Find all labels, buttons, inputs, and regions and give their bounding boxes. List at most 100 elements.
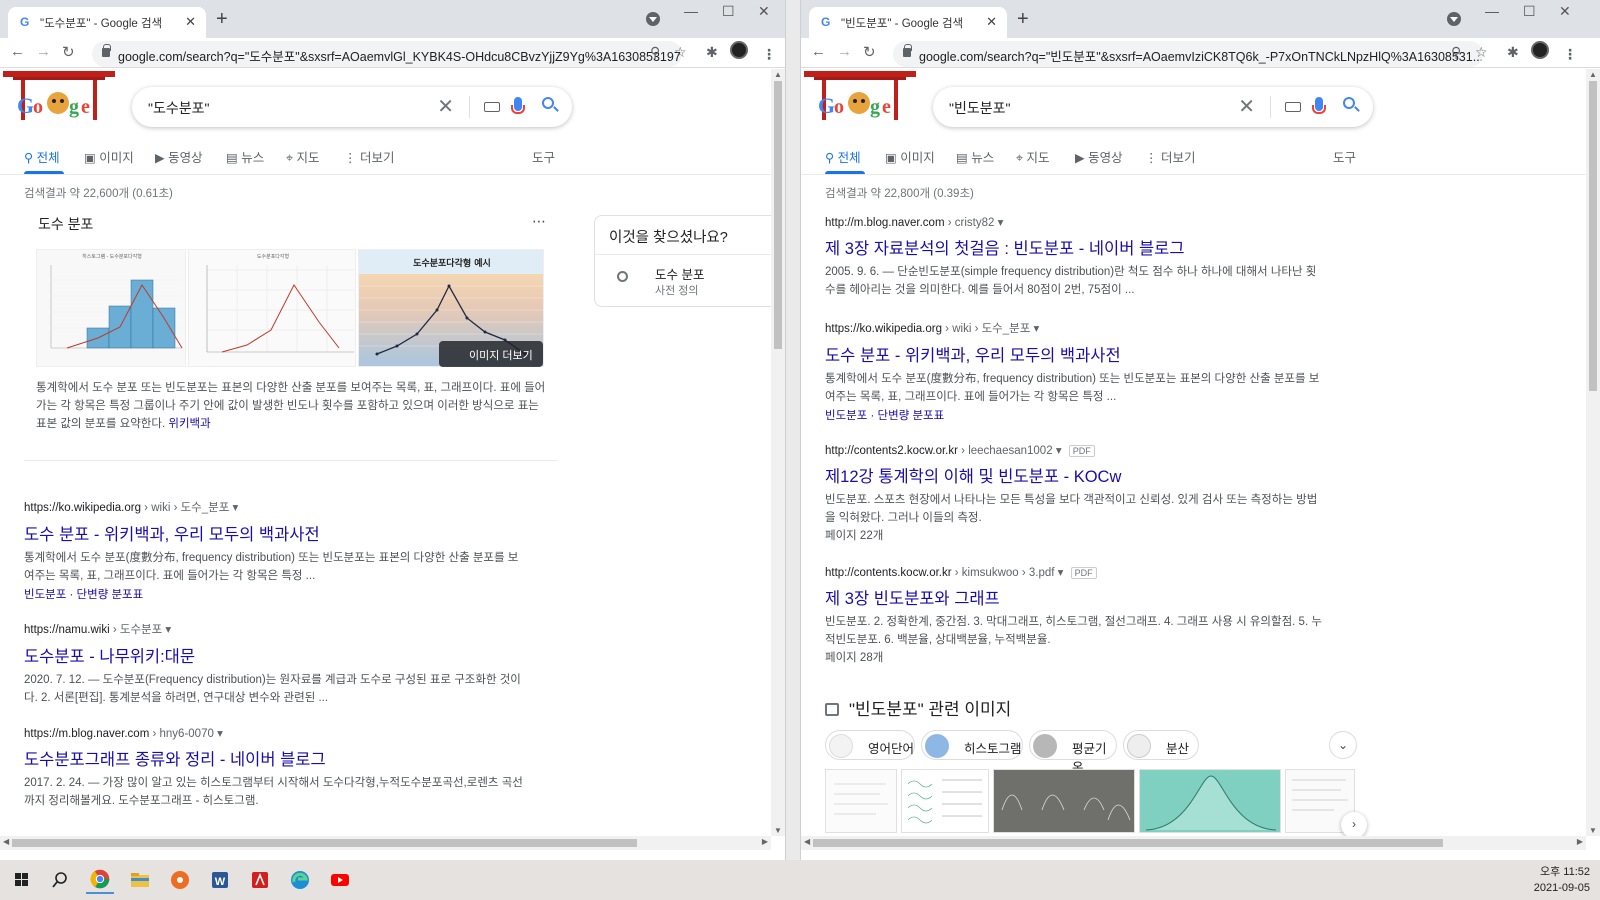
- edge-icon[interactable]: [286, 866, 314, 894]
- cite-dropdown-icon[interactable]: ▾: [998, 217, 1004, 229]
- maximize-icon[interactable]: ☐: [1523, 3, 1536, 20]
- related-image[interactable]: [901, 769, 989, 833]
- more-options-icon[interactable]: ⋯: [532, 213, 546, 230]
- cite-dropdown-icon[interactable]: ▾: [1034, 323, 1040, 335]
- tab-images[interactable]: ▣ 이미지: [885, 147, 935, 166]
- kp-image-polygon[interactable]: 도수분포다각형: [188, 249, 356, 367]
- clear-icon[interactable]: ✕: [1238, 94, 1255, 119]
- scroll-left-icon[interactable]: ◀: [804, 837, 810, 846]
- cite-dropdown-icon[interactable]: ▾: [217, 728, 223, 740]
- tab-images[interactable]: ▣ 이미지: [84, 147, 134, 166]
- scroll-thumb[interactable]: [813, 839, 1443, 847]
- file-explorer-icon[interactable]: [126, 866, 154, 894]
- related-image[interactable]: [993, 769, 1135, 833]
- youtube-icon[interactable]: [326, 866, 354, 894]
- browser-menu-icon[interactable]: ⋮: [762, 46, 776, 63]
- image-chip[interactable]: 영어단어: [825, 730, 915, 760]
- minimize-icon[interactable]: —: [684, 3, 698, 19]
- result-cite[interactable]: https://m.blog.naver.com › hny6-0070 ▾: [24, 726, 524, 740]
- result-cite[interactable]: https://ko.wikipedia.org › wiki › 도수_분포 …: [825, 320, 1325, 336]
- kp-image-histogram[interactable]: 히스토그램 - 도수분포다각형: [36, 249, 186, 367]
- tab-more[interactable]: ⋮ 더보기: [1145, 147, 1196, 166]
- windows-start-icon[interactable]: [8, 866, 36, 894]
- forward-icon[interactable]: →: [837, 43, 852, 60]
- result-cite[interactable]: http://contents2.kocw.or.kr › leechaesan…: [825, 443, 1325, 457]
- tab-all[interactable]: ⚲ 전체: [24, 147, 60, 166]
- scroll-thumb[interactable]: [1589, 81, 1597, 391]
- scroll-down-icon[interactable]: ▼: [774, 826, 782, 835]
- browser-menu-icon[interactable]: ⋮: [1563, 46, 1577, 63]
- result-title[interactable]: 제12강 통계학의 이해 및 빈도분포 - KOCw: [825, 463, 1325, 487]
- scroll-right-icon[interactable]: ▶: [1577, 837, 1583, 846]
- related-image[interactable]: [825, 769, 897, 833]
- tab-all[interactable]: ⚲ 전체: [825, 147, 861, 166]
- clear-icon[interactable]: ✕: [437, 94, 454, 119]
- related-image[interactable]: [1139, 769, 1281, 833]
- result-cite[interactable]: https://ko.wikipedia.org › wiki › 도수_분포 …: [24, 499, 524, 515]
- close-window-icon[interactable]: ✕: [758, 3, 770, 20]
- maximize-icon[interactable]: ☐: [722, 3, 735, 20]
- search-query[interactable]: "빈도분포": [949, 98, 1010, 118]
- location-icon[interactable]: ⚲: [1451, 44, 1461, 61]
- suggestion-term[interactable]: 도수 분포: [655, 264, 704, 283]
- tab-news[interactable]: ▤ 뉴스: [226, 147, 264, 166]
- keyboard-icon[interactable]: [484, 102, 500, 112]
- browser-tab[interactable]: G "도수분포" - Google 검색 ✕: [8, 7, 206, 38]
- reload-icon[interactable]: ↻: [62, 43, 75, 61]
- vertical-scrollbar[interactable]: ▲ ▼: [1586, 69, 1600, 836]
- back-icon[interactable]: ←: [10, 43, 25, 60]
- tab-search-icon[interactable]: [1447, 12, 1461, 26]
- result-sitelinks[interactable]: 빈도분포 · 단변량 분포표: [825, 407, 1325, 423]
- system-clock[interactable]: 오후 11:52 2021-09-05: [1534, 864, 1590, 896]
- bookmark-star-icon[interactable]: ☆: [1475, 44, 1488, 61]
- mic-icon[interactable]: [1312, 97, 1326, 114]
- extensions-icon[interactable]: ✱: [1507, 44, 1519, 61]
- result-cite[interactable]: http://contents.kocw.or.kr › kimsukwoo ›…: [825, 565, 1325, 579]
- more-images-button[interactable]: 이미지 더보기: [439, 341, 543, 367]
- close-tab-icon[interactable]: ✕: [185, 14, 196, 30]
- acrobat-icon[interactable]: [246, 866, 274, 894]
- search-icon[interactable]: [46, 866, 74, 894]
- bookmark-star-icon[interactable]: ☆: [674, 44, 687, 61]
- tab-maps[interactable]: ⌖ 지도: [1016, 147, 1050, 166]
- tab-maps[interactable]: ⌖ 지도: [286, 147, 320, 166]
- search-query[interactable]: "도수분포": [148, 98, 209, 118]
- word-icon[interactable]: W: [206, 866, 234, 894]
- image-chip[interactable]: 히스토그램: [921, 730, 1023, 760]
- cite-dropdown-icon[interactable]: ▾: [165, 624, 171, 636]
- horizontal-scrollbar[interactable]: ◀ ▶: [801, 836, 1586, 850]
- search-icon[interactable]: [1343, 97, 1355, 109]
- media-app-icon[interactable]: [166, 866, 194, 894]
- chrome-icon[interactable]: [86, 866, 114, 894]
- cite-dropdown-icon[interactable]: ▾: [233, 502, 239, 514]
- scroll-up-icon[interactable]: ▲: [1589, 70, 1597, 79]
- extensions-icon[interactable]: ✱: [706, 44, 718, 61]
- result-title[interactable]: 도수 분포 - 위키백과, 우리 모두의 백과사전: [24, 521, 524, 545]
- result-cite[interactable]: https://namu.wiki › 도수분포 ▾: [24, 621, 524, 637]
- scroll-thumb[interactable]: [12, 839, 637, 847]
- search-box[interactable]: "도수분포" ✕: [132, 87, 572, 127]
- result-sitelinks[interactable]: 빈도분포 · 단변량 분포표: [24, 586, 524, 602]
- scroll-left-icon[interactable]: ◀: [3, 837, 9, 846]
- search-icon[interactable]: [542, 97, 554, 109]
- cite-dropdown-icon[interactable]: ▾: [1058, 567, 1064, 579]
- scroll-thumb[interactable]: [774, 81, 782, 349]
- new-tab-icon[interactable]: +: [1017, 8, 1029, 31]
- location-icon[interactable]: ⚲: [650, 44, 660, 61]
- result-title[interactable]: 도수분포그래프 종류와 정리 - 네이버 블로그: [24, 746, 524, 770]
- result-title[interactable]: 제 3장 자료분석의 첫걸음 : 빈도분포 - 네이버 블로그: [825, 235, 1325, 259]
- google-doodle-logo[interactable]: G o g e: [804, 69, 916, 123]
- horizontal-scrollbar[interactable]: ◀ ▶: [0, 836, 771, 850]
- google-doodle-logo[interactable]: G o g e: [3, 69, 115, 123]
- scroll-right-icon[interactable]: ▶: [762, 837, 768, 846]
- next-images-icon[interactable]: ›: [1341, 812, 1367, 836]
- image-chip[interactable]: 분산: [1123, 730, 1199, 760]
- tab-more[interactable]: ⋮ 더보기: [344, 147, 395, 166]
- browser-tab[interactable]: G "빈도분포" - Google 검색 ✕: [809, 7, 1007, 38]
- close-tab-icon[interactable]: ✕: [986, 14, 997, 30]
- new-tab-icon[interactable]: +: [216, 8, 228, 31]
- tab-videos[interactable]: ▶ 동영상: [1075, 147, 1123, 166]
- cite-dropdown-icon[interactable]: ▾: [1056, 445, 1062, 457]
- tab-videos[interactable]: ▶ 동영상: [155, 147, 203, 166]
- address-bar[interactable]: google.com/search?q="도수분포"&sxsrf=AOaemvl…: [92, 41, 682, 67]
